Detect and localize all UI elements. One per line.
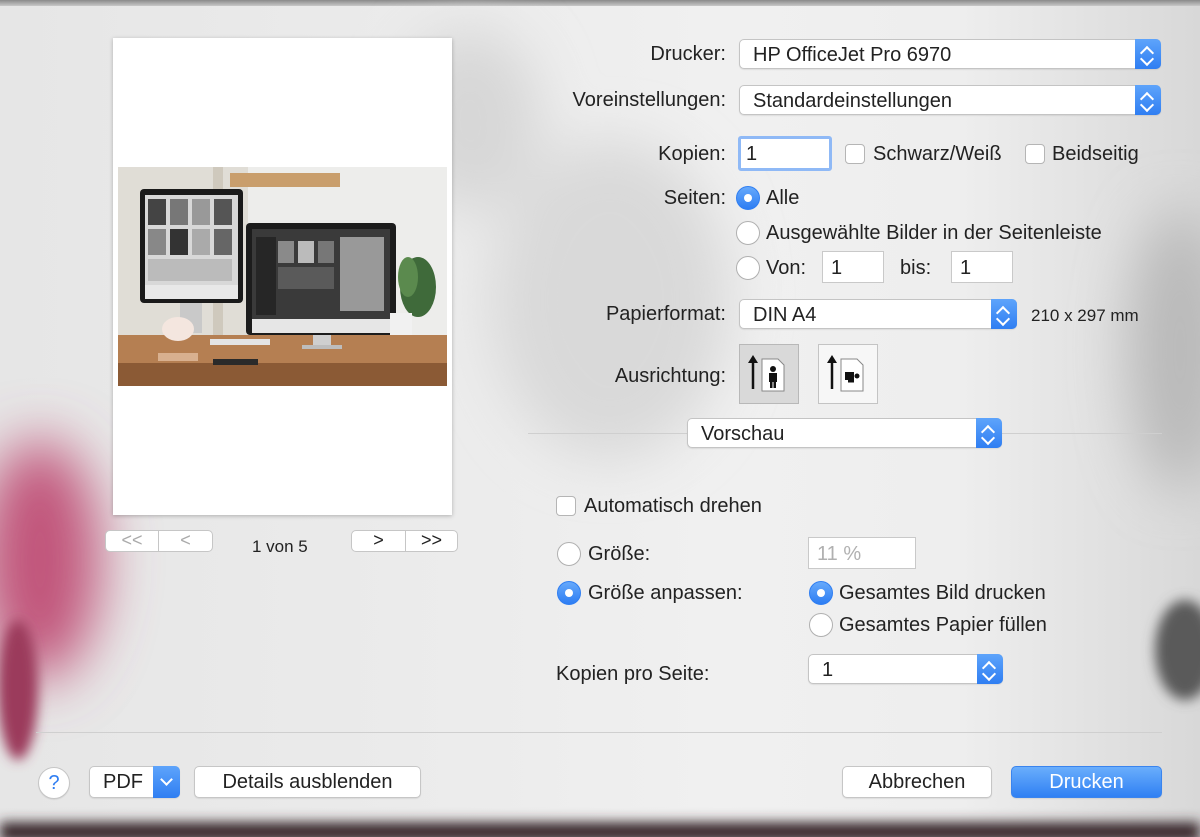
paper-label: Papierformat: (605, 303, 726, 325)
pages-to-input[interactable]: 1 (951, 251, 1013, 283)
copies-input[interactable]: 1 (738, 136, 832, 171)
printer-label: Drucker: (650, 43, 726, 65)
fit-label: Größe anpassen: (588, 582, 743, 604)
presets-label: Voreinstellungen: (572, 89, 726, 111)
last-page-button[interactable]: >> (405, 530, 458, 552)
pages-range-radio[interactable] (736, 256, 760, 280)
bw-checkbox[interactable] (845, 144, 865, 164)
pages-from-input[interactable]: 1 (822, 251, 884, 283)
copies-per-page-label: Kopien pro Seite: (556, 663, 710, 685)
chevron-down-icon (153, 766, 180, 798)
chevron-updown-icon (977, 654, 1003, 684)
duplex-checkbox[interactable] (1025, 144, 1045, 164)
cancel-button[interactable]: Abbrechen (842, 766, 992, 798)
scale-input[interactable]: 11 % (808, 537, 916, 569)
pdf-label: PDF (103, 771, 143, 793)
portrait-orientation-icon (748, 355, 785, 392)
hide-details-button[interactable]: Details ausblenden (194, 766, 421, 798)
presets-value: Standardeinstellungen (753, 90, 953, 112)
landscape-orientation-icon (827, 355, 864, 392)
print-dialog: << < 1 von 5 > >> Drucker: HP OfficeJet … (0, 0, 1200, 837)
duplex-label: Beidseitig (1052, 143, 1139, 165)
pages-selected-radio[interactable] (736, 221, 760, 245)
chevron-updown-icon (976, 418, 1002, 448)
printer-value: HP OfficeJet Pro 6970 (753, 44, 952, 66)
paper-size-text: 210 x 297 mm (1031, 306, 1139, 325)
presets-select[interactable]: Standardeinstellungen (739, 85, 1161, 115)
chevron-updown-icon (991, 299, 1017, 329)
copies-label: Kopien: (658, 143, 726, 165)
help-button[interactable]: ? (38, 767, 70, 799)
printer-select[interactable]: HP OfficeJet Pro 6970 (739, 39, 1161, 69)
section-select[interactable]: Vorschau (687, 418, 1002, 448)
prev-page-button[interactable]: < (158, 530, 213, 552)
preview-photo (118, 167, 447, 386)
fill-paper-radio[interactable] (809, 613, 833, 637)
auto-rotate-checkbox[interactable] (556, 496, 576, 516)
pages-all-label: Alle (766, 187, 800, 209)
copies-per-page-value: 1 (822, 659, 834, 681)
chevron-updown-icon (1135, 39, 1161, 69)
section-value: Vorschau (701, 423, 785, 445)
auto-rotate-label: Automatisch drehen (584, 495, 762, 517)
orientation-label: Ausrichtung: (614, 365, 726, 387)
bw-label: Schwarz/Weiß (873, 143, 1002, 165)
next-page-button[interactable]: > (351, 530, 406, 552)
print-button[interactable]: Drucken (1011, 766, 1162, 798)
footer-separator (36, 732, 1162, 733)
pages-from-label: Von: (766, 257, 807, 279)
print-whole-label: Gesamtes Bild drucken (839, 582, 1046, 604)
first-page-button[interactable]: << (105, 530, 159, 552)
scale-label: Größe: (588, 543, 651, 565)
pdf-button[interactable]: PDF (89, 766, 180, 798)
pages-all-radio[interactable] (736, 186, 760, 210)
paper-value: DIN A4 (753, 304, 817, 326)
scale-radio[interactable] (557, 542, 581, 566)
print-whole-radio[interactable] (809, 581, 833, 605)
fill-paper-label: Gesamtes Papier füllen (839, 614, 1047, 636)
pages-to-label: bis: (900, 257, 932, 279)
pages-label: Seiten: (663, 187, 726, 209)
paper-select[interactable]: DIN A4 (739, 299, 1017, 329)
fit-radio[interactable] (557, 581, 581, 605)
orientation-landscape-button[interactable] (818, 344, 878, 404)
page-counter: 1 von 5 (252, 537, 308, 556)
pages-selected-label: Ausgewählte Bilder in der Seitenleiste (766, 222, 1102, 244)
orientation-portrait-button[interactable] (739, 344, 799, 404)
copies-per-page-select[interactable]: 1 (808, 654, 1003, 684)
chevron-updown-icon (1135, 85, 1161, 115)
